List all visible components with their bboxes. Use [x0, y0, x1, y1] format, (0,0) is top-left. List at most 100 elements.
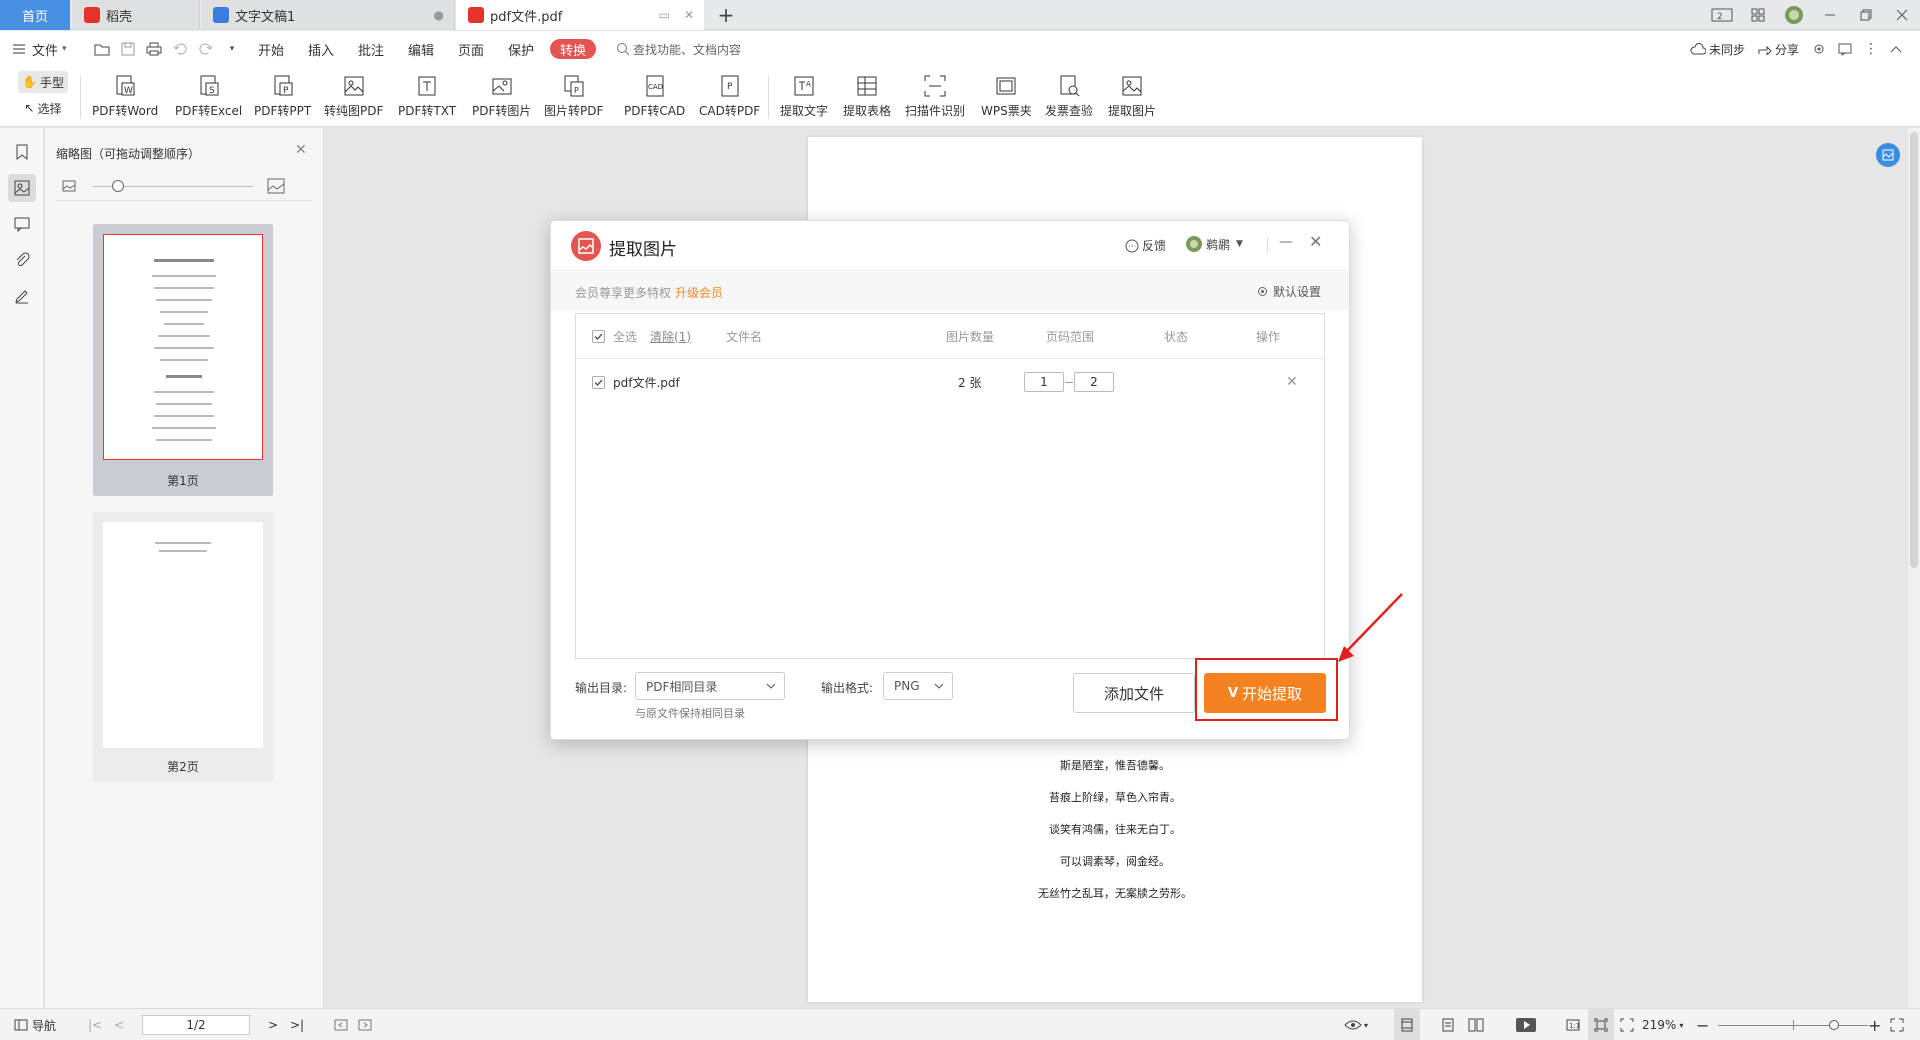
file-menu[interactable]: 文件 ▾ [12, 31, 67, 67]
menu-edit[interactable]: 编辑 [408, 31, 434, 67]
zoom-slider[interactable] [1718, 1009, 1868, 1040]
checkbox[interactable] [592, 329, 605, 343]
menu-insert[interactable]: 插入 [308, 31, 334, 67]
thumbnail-page-1[interactable]: 第1页 [93, 224, 273, 496]
default-settings-button[interactable]: 默认设置 [1256, 283, 1321, 300]
print-icon[interactable] [144, 39, 164, 59]
menu-protect[interactable]: 保护 [508, 31, 534, 67]
redo-icon[interactable] [196, 39, 216, 59]
menu-page[interactable]: 页面 [458, 31, 484, 67]
minimize-icon[interactable] [1812, 0, 1848, 30]
page-indicator[interactable]: 1/2 [142, 1009, 250, 1040]
save-icon[interactable] [118, 39, 138, 59]
sync-status[interactable]: 未同步 [1690, 31, 1745, 67]
select-tool[interactable]: ↖ 选择 [18, 97, 68, 119]
nav-button[interactable]: 导航 [14, 1009, 56, 1040]
apps-grid-icon[interactable] [1740, 0, 1776, 30]
pdf-to-word-button[interactable]: W PDF转Word [92, 72, 158, 119]
next-view-icon[interactable] [358, 1009, 372, 1040]
zoom-in-button[interactable]: + [1868, 1009, 1881, 1040]
fullscreen-icon[interactable] [1890, 1009, 1904, 1040]
vertical-scrollbar[interactable] [1908, 128, 1920, 1008]
prev-page-icon[interactable]: < [114, 1009, 124, 1040]
layout-icon[interactable]: 2 [1704, 0, 1740, 30]
zoom-select[interactable]: 219% ▾ [1642, 1009, 1683, 1040]
select-all-checkbox[interactable]: 全选 [592, 314, 637, 358]
search-input[interactable]: 查找功能、文档内容 [616, 31, 741, 67]
tab-home[interactable]: 首页 [0, 0, 70, 30]
extract-text-button[interactable]: A 提取文字 [780, 72, 828, 119]
close-window-icon[interactable] [1884, 0, 1920, 30]
page-number-input[interactable]: 1/2 [142, 1015, 250, 1035]
format-select[interactable]: PNG [883, 672, 953, 700]
clear-link[interactable]: 清除(1) [650, 314, 691, 358]
open-icon[interactable] [92, 39, 112, 59]
close-panel-icon[interactable]: ✕ [295, 142, 307, 158]
invoice-check-button[interactable]: 发票查验 [1045, 72, 1093, 119]
pdf-to-ppt-button[interactable]: P PDF转PPT [254, 72, 311, 119]
scrollbar-thumb[interactable] [1910, 132, 1918, 568]
remove-row-icon[interactable]: ✕ [1286, 374, 1298, 390]
first-page-icon[interactable]: |< [88, 1009, 102, 1040]
upgrade-link[interactable]: 升级会员 [675, 284, 723, 301]
thumbnail-page-2[interactable]: 第2页 [93, 512, 273, 782]
page-to-input[interactable]: 2 [1074, 372, 1114, 392]
share-button[interactable]: 分享 [1758, 31, 1799, 67]
play-icon[interactable] [1516, 1009, 1536, 1040]
tab-close-icon[interactable]: ✕ [684, 0, 694, 30]
avatar[interactable] [1776, 0, 1812, 30]
close-dialog-icon[interactable]: ✕ [1309, 232, 1322, 251]
tab-pdf[interactable]: pdf文件.pdf ▭ ✕ [456, 0, 704, 30]
extract-table-button[interactable]: 提取表格 [843, 72, 891, 119]
zoom-slider-handle[interactable] [1829, 1020, 1839, 1030]
extract-image-button[interactable]: 提取图片 [1108, 72, 1156, 119]
actual-size-icon[interactable]: 1:1 [1566, 1009, 1580, 1040]
bookmark-icon[interactable] [8, 138, 36, 166]
settings-gear-icon[interactable] [1812, 31, 1826, 67]
ticket-folder-button[interactable]: WPS票夹 [981, 72, 1032, 119]
signature-icon[interactable] [8, 282, 36, 310]
page-from-input[interactable]: 1 [1024, 372, 1064, 392]
fit-page-icon[interactable] [1588, 1009, 1614, 1040]
row-checkbox[interactable] [592, 375, 605, 389]
pdf-to-cad-button[interactable]: CAD PDF转CAD [624, 72, 685, 119]
thumbnail-icon[interactable] [8, 174, 36, 202]
fit-width-icon[interactable] [1620, 1009, 1634, 1040]
attachment-icon[interactable] [8, 246, 36, 274]
tab-dot-icon[interactable]: ● [434, 0, 444, 30]
floating-tool-icon[interactable] [1876, 143, 1900, 167]
more-icon[interactable]: ⋮ [1864, 31, 1878, 67]
minimize-dialog-icon[interactable]: — [1279, 234, 1293, 250]
next-page-icon[interactable]: > [268, 1009, 278, 1040]
output-dir-select[interactable]: PDF相同目录 [635, 672, 785, 700]
undo-icon[interactable] [170, 39, 190, 59]
image-to-pdf-button[interactable]: P 图片转PDF [544, 72, 603, 119]
pdf-to-excel-button[interactable]: S PDF转Excel [175, 72, 242, 119]
image-pdf-button[interactable]: 转纯图PDF [324, 72, 383, 119]
add-file-button[interactable]: 添加文件 [1073, 673, 1195, 713]
tab-daoke[interactable]: 稻壳 [72, 0, 200, 30]
menu-start[interactable]: 开始 [258, 31, 284, 67]
continuous-page-icon[interactable] [1442, 1009, 1454, 1040]
pin-icon[interactable]: ▭ [659, 0, 670, 30]
scan-recognize-button[interactable]: 扫描件识别 [905, 72, 965, 119]
last-page-icon[interactable]: >| [290, 1009, 304, 1040]
customize-icon[interactable]: ▾ [222, 39, 242, 59]
restore-icon[interactable] [1848, 0, 1884, 30]
comment-icon[interactable] [8, 210, 36, 238]
zoom-out-button[interactable]: − [1696, 1009, 1709, 1040]
eye-icon[interactable]: ▾ [1344, 1009, 1368, 1040]
new-tab-button[interactable]: + [714, 0, 738, 30]
user-menu[interactable]: 鹈鹕 ▼ [1185, 235, 1243, 253]
tab-doc[interactable]: 文字文稿1 ● [201, 0, 455, 30]
message-icon[interactable] [1838, 31, 1852, 67]
collapse-ribbon-icon[interactable] [1890, 31, 1902, 67]
single-page-icon[interactable] [1394, 1009, 1420, 1040]
prev-view-icon[interactable] [334, 1009, 348, 1040]
slider-handle[interactable] [112, 180, 124, 192]
cad-to-pdf-button[interactable]: P CAD转PDF [699, 72, 760, 119]
feedback-button[interactable]: 反馈 [1125, 237, 1166, 254]
hand-tool[interactable]: ✋ 手型 [18, 71, 68, 93]
pdf-to-txt-button[interactable]: PDF转TXT [398, 72, 456, 119]
menu-comment[interactable]: 批注 [358, 31, 384, 67]
